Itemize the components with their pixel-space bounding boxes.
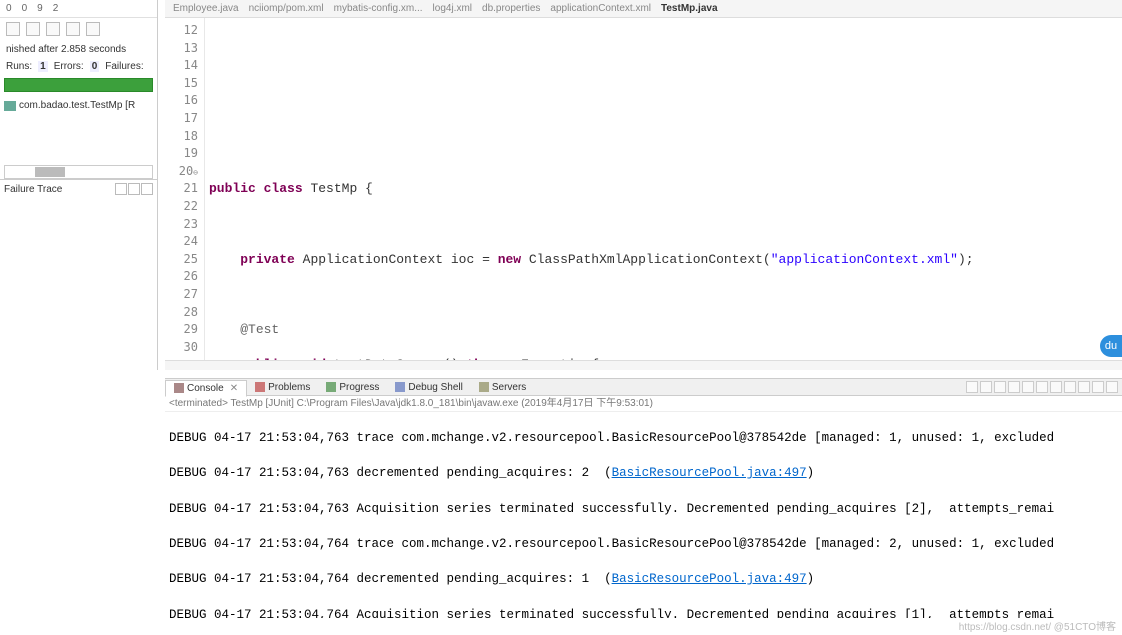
kw-new: new <box>498 252 521 267</box>
class-name: TestMp { <box>310 181 372 196</box>
source-link[interactable]: BasicResourcePool.java:497 <box>612 572 807 586</box>
tab-label: Debug Shell <box>408 382 462 393</box>
source-link[interactable]: BasicResourcePool.java:497 <box>612 466 807 480</box>
minimize-icon[interactable] <box>1092 381 1104 393</box>
menu-icon[interactable] <box>141 183 153 195</box>
tab-label: Problems <box>268 382 310 393</box>
editor-tab-bar: Employee.java nciiomp/pom.xml mybatis-co… <box>165 0 1122 18</box>
horizontal-scrollbar[interactable] <box>4 165 153 179</box>
log-line: DEBUG 04-17 21:53:04,763 Acquisition ser… <box>165 501 1122 519</box>
debug-icon <box>395 382 405 392</box>
terminate-icon[interactable] <box>966 381 978 393</box>
console-toolbar <box>966 381 1122 393</box>
remove-all-icon[interactable] <box>994 381 1006 393</box>
rerun-icon[interactable] <box>46 22 60 36</box>
editor-tab[interactable]: nciiomp/pom.xml <box>249 3 324 14</box>
scroll-lock-icon[interactable] <box>1022 381 1034 393</box>
problems-icon <box>255 382 265 392</box>
stop-icon[interactable] <box>66 22 80 36</box>
test-tree-node[interactable]: com.badao.test.TestMp [R <box>4 100 153 111</box>
code-editor[interactable]: 12131415 16171819 20⊖212223 24252627 282… <box>165 18 1122 368</box>
problems-tab[interactable]: Problems <box>247 380 318 395</box>
tab-label: Console <box>187 383 224 394</box>
progress-icon <box>326 382 336 392</box>
log-line: DEBUG 04-17 21:53:04,763 trace com.mchan… <box>165 430 1122 448</box>
code-text: ClassPathXmlApplicationContext( <box>521 252 771 267</box>
junit-toolbar <box>0 18 157 40</box>
runs-label: Runs: <box>6 61 32 72</box>
compare-icon[interactable] <box>115 183 127 195</box>
counter: 0 <box>6 3 12 14</box>
editor-tab[interactable]: Employee.java <box>173 3 239 14</box>
tab-label: Progress <box>339 382 379 393</box>
errors-label: Errors: <box>54 61 84 72</box>
failure-trace-label: Failure Trace <box>4 184 62 195</box>
test-node-label: com.badao.test.TestMp [R <box>19 100 135 111</box>
log-line: DEBUG 04-17 21:53:04,764 Acquisition ser… <box>165 607 1122 618</box>
watermark-text: https://blog.csdn.net/ @51CTO博客 <box>959 618 1116 633</box>
runs-value: 1 <box>38 61 48 72</box>
close-icon[interactable]: ✕ <box>230 383 238 394</box>
new-console-icon[interactable] <box>1078 381 1090 393</box>
kw-private: private <box>240 252 295 267</box>
editor-tab[interactable]: log4j.xml <box>433 3 472 14</box>
servers-tab[interactable]: Servers <box>471 380 534 395</box>
counter: 2 <box>53 3 59 14</box>
kw-public: public <box>209 181 256 196</box>
code-content[interactable]: public class TestMp { private Applicatio… <box>205 18 1122 368</box>
junit-test-tree[interactable]: com.badao.test.TestMp [R <box>0 96 157 115</box>
counter: 9 <box>37 3 43 14</box>
code-text: ); <box>958 252 974 267</box>
test-pass-icon <box>4 101 16 111</box>
assistant-badge[interactable]: du <box>1100 335 1122 357</box>
console-output[interactable]: DEBUG 04-17 21:53:04,763 trace com.mchan… <box>165 412 1122 618</box>
junit-counter-bar: 0 0 9 2 <box>0 0 157 18</box>
bottom-tab-bar: Console ✕ Problems Progress Debug Shell S… <box>165 378 1122 396</box>
next-failure-icon[interactable] <box>6 22 20 36</box>
string-literal: "applicationContext.xml" <box>771 252 958 267</box>
kw-class: class <box>264 181 303 196</box>
log-line: DEBUG 04-17 21:53:04,763 decremented pen… <box>165 465 1122 483</box>
junit-progress-bar <box>4 78 153 92</box>
prev-failure-icon[interactable] <box>26 22 40 36</box>
console-process-label: <terminated> TestMp [JUnit] C:\Program F… <box>165 396 1122 412</box>
console-tab[interactable]: Console ✕ <box>165 380 247 397</box>
code-text: ApplicationContext ioc = <box>303 252 498 267</box>
console-icon <box>174 383 184 393</box>
log-line: DEBUG 04-17 21:53:04,764 trace com.mchan… <box>165 536 1122 554</box>
editor-tab-active[interactable]: TestMp.java <box>661 3 718 14</box>
junit-panel: 0 0 9 2 nished after 2.858 seconds Runs:… <box>0 0 158 370</box>
history-icon[interactable] <box>86 22 100 36</box>
debug-shell-tab[interactable]: Debug Shell <box>387 380 470 395</box>
editor-tab[interactable]: mybatis-config.xm... <box>334 3 423 14</box>
line-number-gutter: 12131415 16171819 20⊖212223 24252627 282… <box>165 18 205 368</box>
editor-hscrollbar[interactable] <box>165 360 1122 370</box>
failures-label: Failures: <box>105 61 143 72</box>
maximize-icon[interactable] <box>1106 381 1118 393</box>
clear-console-icon[interactable] <box>1008 381 1020 393</box>
pin-console-icon[interactable] <box>1036 381 1048 393</box>
log-line: DEBUG 04-17 21:53:04,764 decremented pen… <box>165 571 1122 589</box>
editor-tab[interactable]: db.properties <box>482 3 540 14</box>
display-selected-icon[interactable] <box>1050 381 1062 393</box>
remove-launch-icon[interactable] <box>980 381 992 393</box>
finish-status: nished after 2.858 seconds <box>0 40 157 59</box>
errors-value: 0 <box>90 61 100 72</box>
progress-tab[interactable]: Progress <box>318 380 387 395</box>
counter: 0 <box>22 3 28 14</box>
servers-icon <box>479 382 489 392</box>
annotation: @Test <box>240 322 279 337</box>
open-console-icon[interactable] <box>1064 381 1076 393</box>
junit-stats: Runs: 1 Errors: 0 Failures: <box>0 59 157 74</box>
failure-trace-header: Failure Trace <box>0 179 157 198</box>
filter-icon[interactable] <box>128 183 140 195</box>
tab-label: Servers <box>492 382 526 393</box>
editor-tab[interactable]: applicationContext.xml <box>550 3 651 14</box>
